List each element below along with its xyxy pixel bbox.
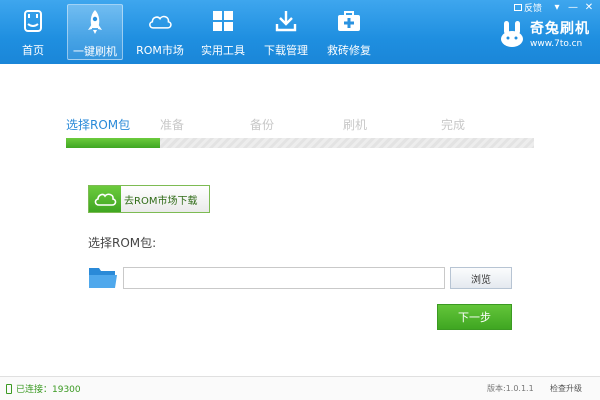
connection-status: 已连接：19300 bbox=[6, 382, 81, 395]
check-upgrade-link[interactable]: 检查升级 bbox=[550, 383, 582, 394]
folder-icon[interactable] bbox=[88, 264, 118, 290]
home-icon bbox=[20, 8, 46, 34]
close-button[interactable]: ✕ bbox=[582, 2, 596, 14]
windows-icon bbox=[210, 8, 236, 34]
progress-fill bbox=[66, 138, 160, 148]
download-icon bbox=[273, 8, 299, 34]
nav-label: 实用工具 bbox=[201, 44, 245, 57]
step-complete: 完成 bbox=[441, 118, 466, 132]
rom-path-input[interactable] bbox=[123, 267, 445, 289]
feedback-icon bbox=[513, 4, 522, 11]
rocket-icon bbox=[82, 9, 108, 35]
nav-rom-market[interactable]: ROM市场 bbox=[131, 4, 189, 60]
step-backup: 备份 bbox=[250, 118, 275, 132]
cloud-icon bbox=[89, 186, 121, 212]
step-prepare: 准备 bbox=[160, 118, 185, 132]
minimize-button[interactable]: — bbox=[566, 2, 580, 14]
nav-label: ROM市场 bbox=[136, 44, 184, 57]
version-label: 版本:1.0.1.1 bbox=[487, 384, 534, 393]
nav-label: 一键刷机 bbox=[73, 45, 117, 58]
nav-label: 下载管理 bbox=[264, 44, 308, 57]
status-bar: 已连接：19300 版本:1.0.1.1 检查升级 bbox=[0, 376, 600, 400]
first-aid-icon bbox=[336, 8, 362, 34]
rom-market-download-button[interactable]: 去ROM市场下载 bbox=[88, 185, 210, 213]
step-flash: 刷机 bbox=[343, 118, 368, 132]
dropdown-icon[interactable]: ▾ bbox=[550, 2, 564, 14]
next-step-button[interactable]: 下一步 bbox=[437, 304, 512, 330]
nav-tools[interactable]: 实用工具 bbox=[194, 4, 252, 60]
phone-icon bbox=[6, 383, 12, 394]
nav-home[interactable]: 首页 bbox=[8, 4, 58, 60]
window-controls: 反馈 ▾ — ✕ bbox=[513, 1, 596, 14]
step-progress-bar bbox=[66, 138, 534, 148]
browse-button[interactable]: 浏览 bbox=[450, 267, 512, 289]
step-select-rom: 选择ROM包 bbox=[66, 118, 131, 132]
feedback-button[interactable]: 反馈 bbox=[513, 1, 542, 14]
nav-label: 救砖修复 bbox=[327, 44, 371, 57]
nav-download-manager[interactable]: 下载管理 bbox=[255, 4, 317, 60]
brand-name: 奇兔刷机 bbox=[530, 21, 590, 37]
nav-brick-repair[interactable]: 救砖修复 bbox=[318, 4, 380, 60]
select-rom-label: 选择ROM包: bbox=[88, 236, 157, 250]
rabbit-logo-icon bbox=[501, 20, 523, 47]
nav-one-click-flash[interactable]: 一键刷机 bbox=[67, 4, 123, 60]
market-button-label: 去ROM市场下载 bbox=[124, 195, 198, 207]
brand-url: www.7to.cn bbox=[530, 39, 583, 49]
header-toolbar: 首页 一键刷机 ROM市场 实用工具 下载管理 救砖修复 反馈 ▾ — ✕ 奇兔… bbox=[0, 0, 600, 64]
brand: 奇兔刷机 www.7to.cn bbox=[498, 18, 590, 49]
connection-text: 已连接：19300 bbox=[16, 385, 81, 395]
nav-label: 首页 bbox=[22, 44, 44, 57]
feedback-label: 反馈 bbox=[523, 4, 542, 14]
cloud-icon bbox=[147, 8, 173, 34]
